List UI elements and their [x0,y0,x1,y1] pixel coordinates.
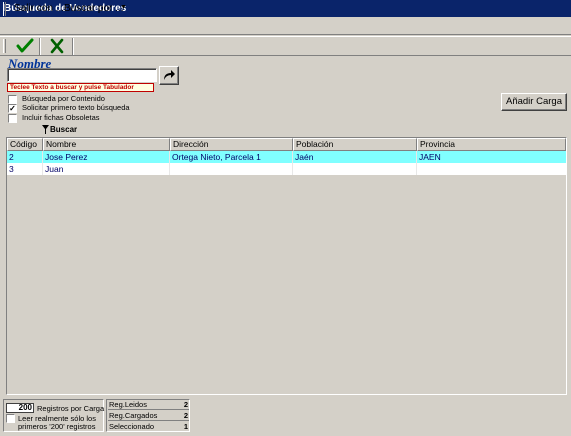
nombre-input[interactable] [7,68,157,82]
cell-provincia [417,163,566,175]
menu-salir-con[interactable]: Salir con ... [14,3,64,14]
col-header-poblacion[interactable]: Población [293,138,417,151]
cancel-button[interactable] [46,37,68,55]
records-per-load-label: Registros por Carga [37,404,105,413]
toolbar-grip [3,39,6,53]
stat-reg-cargados: Reg.Cargados 2 [108,411,189,421]
stat-label: Reg.Cargados [109,411,158,420]
table-row[interactable]: 3 Juan [7,163,566,175]
menu-bar [0,17,571,35]
col-header-direccion[interactable]: Dirección [170,138,293,151]
menu-buscar-por-label: Buscar por ... [64,3,124,14]
results-grid[interactable]: Código Nombre Dirección Población Provin… [6,137,567,395]
checkbox-checked[interactable]: ✓ [8,104,17,113]
menu-grip [3,2,6,16]
cell-direccion: Ortega Nieto, Parcela 1 [170,151,293,163]
toolbar-separator [72,38,74,55]
cell-provincia: JAEN [419,152,441,162]
search-hint: Teclee Texto a buscar y pulse Tabulador [7,83,154,92]
option-label: Incluir fichas Obsoletas [22,113,100,122]
toolbar [0,36,571,56]
stat-seleccionado: Seleccionado 1 [108,422,189,432]
stat-label: Seleccionado [109,422,155,431]
menu-salir-con-label: Salir con ... [14,3,65,14]
col-header-codigo[interactable]: Código [7,138,43,151]
col-header-nombre[interactable]: Nombre [43,138,170,151]
col-header-provincia[interactable]: Provincia [417,138,566,151]
buscar-label: Buscar [50,125,78,134]
read-only-checkbox[interactable] [6,414,15,423]
option-label: Solicitar primero texto búsqueda [22,103,130,112]
stat-reg-leidos: Reg.Leidos 2 [108,400,189,410]
checkbox[interactable] [8,95,17,104]
menu-buscar-por[interactable]: Buscar por ... [64,3,123,14]
cell-poblacion [293,163,417,175]
records-per-load-input[interactable]: 200 [6,403,34,413]
stat-value: 2 [183,411,188,420]
search-go-button[interactable] [159,66,179,85]
add-load-button[interactable]: Añadir Carga [501,93,567,111]
stat-value: 2 [183,400,188,409]
table-row[interactable]: 2 Jose Perez Ortega Nieto, Parcela 1 Jaé… [7,151,566,163]
grid-header: Código Nombre Dirección Población Provin… [7,138,566,151]
arrow-right-icon [164,70,175,80]
cell-direccion [170,163,293,175]
cell-poblacion: Jaén [293,151,417,163]
menu-dropdown-arrow-icon[interactable]: ▼ [120,4,127,11]
stats-panel: Reg.Leidos 2 Reg.Cargados 2 Seleccionado… [106,399,190,432]
stat-label: Reg.Leidos [109,400,147,409]
read-only-label-line2: primeros '200' registros [18,422,96,431]
option-label: Búsqueda por Contenido [22,94,105,103]
check-icon [16,38,34,53]
toolbar-separator [39,38,41,55]
cell-codigo: 3 [7,163,43,175]
accept-button[interactable] [14,37,36,55]
cell-nombre: Juan [43,163,170,175]
checkbox[interactable] [8,114,17,123]
stat-value: 1 [183,422,188,431]
cell-nombre: Jose Perez [43,151,170,163]
funnel-icon [42,125,49,134]
cell-codigo: 2 [7,151,43,163]
x-icon [50,38,64,54]
